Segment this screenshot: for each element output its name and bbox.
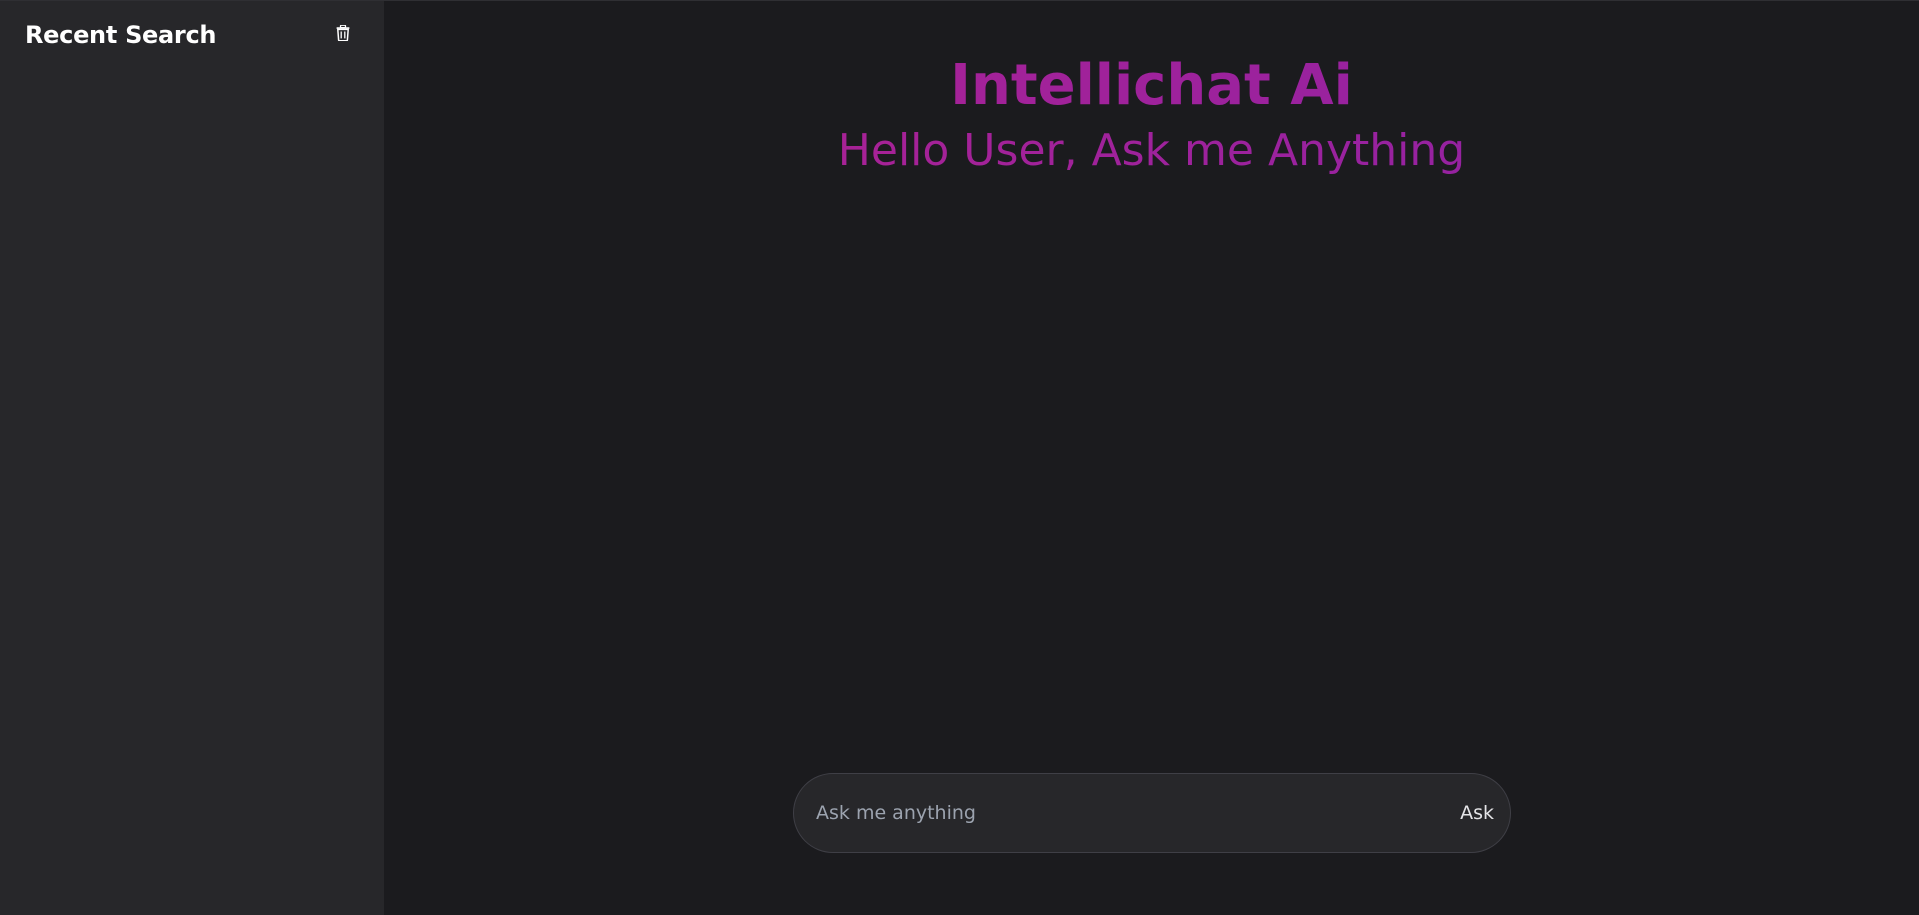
- sidebar-title: Recent Search: [25, 21, 217, 49]
- clear-history-button[interactable]: [331, 21, 355, 45]
- welcome-heading: Intellichat Ai Hello User, Ask me Anythi…: [384, 47, 1919, 183]
- chat-area: Intellichat Ai Hello User, Ask me Anythi…: [384, 1, 1919, 915]
- app-window: Recent Search Intellichat Ai Hello User,…: [0, 0, 1919, 915]
- ask-bar: Ask: [793, 773, 1511, 853]
- ask-input[interactable]: [814, 773, 1461, 853]
- sidebar-header: Recent Search: [25, 1, 359, 69]
- greeting-text: Hello User, Ask me Anything: [384, 119, 1919, 183]
- app-title: Intellichat Ai: [384, 47, 1919, 125]
- sidebar: Recent Search: [0, 1, 384, 915]
- ask-button[interactable]: Ask: [1460, 802, 1494, 824]
- trash-icon: [336, 25, 350, 41]
